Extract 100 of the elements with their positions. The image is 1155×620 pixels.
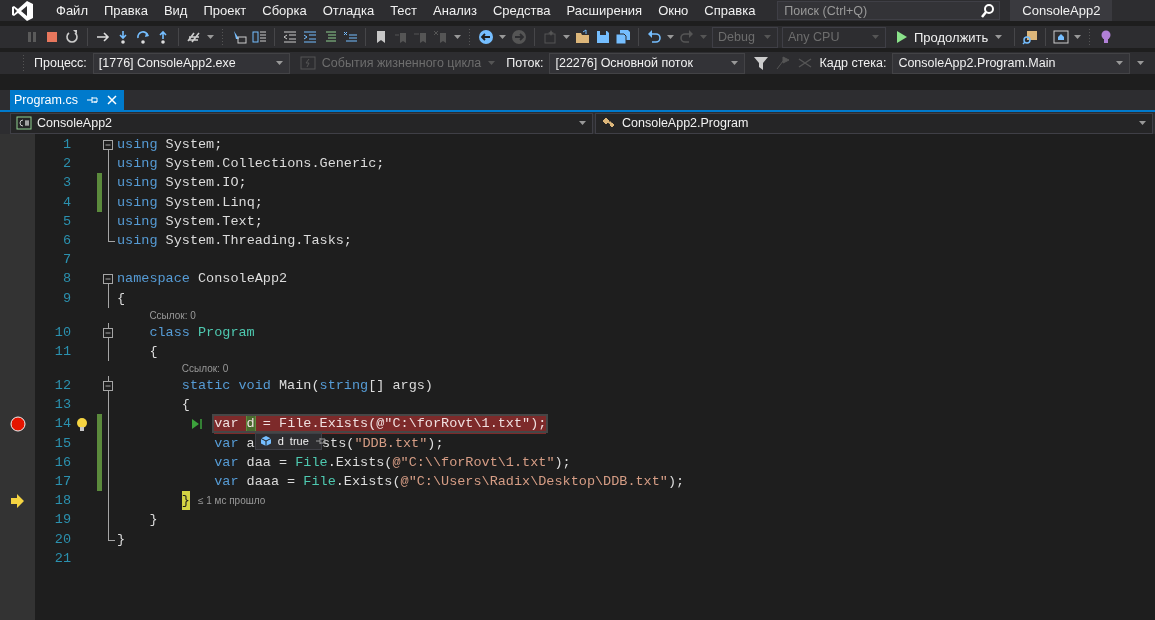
- menu-item[interactable]: Вид: [155, 1, 196, 20]
- menu-item[interactable]: Окно: [650, 1, 697, 20]
- line-number: 15: [54, 434, 71, 453]
- code-line: sts("DDB.txt");: [322, 434, 444, 453]
- save-icon[interactable]: [595, 29, 611, 45]
- breakpoint-icon[interactable]: [9, 416, 26, 433]
- menu-item[interactable]: Справка: [696, 1, 764, 20]
- collapse-icon[interactable]: [103, 381, 113, 392]
- process-dropdown[interactable]: [1776] ConsoleApp2.exe: [92, 52, 290, 74]
- caret-icon: [578, 120, 587, 126]
- caret-icon: [994, 34, 1004, 40]
- search-field[interactable]: Поиск (Ctrl+Q): [777, 1, 1001, 20]
- play-icon: [894, 29, 908, 45]
- caret-icon: [1138, 120, 1147, 126]
- line-number: 16: [54, 453, 71, 472]
- continue-button[interactable]: Продолжить: [890, 27, 1008, 47]
- variable-value: true: [289, 435, 309, 448]
- line-number: 20: [54, 530, 71, 549]
- editor-tab[interactable]: Program.cs: [10, 90, 124, 110]
- line-number: 18: [54, 492, 71, 511]
- code-line: var daa = File.Exists(@"C:\\forRovt\1.txt");: [214, 453, 571, 472]
- menu-item[interactable]: Отладка: [314, 1, 383, 20]
- step-over-icon[interactable]: [135, 29, 151, 45]
- lightning-window-icon: [299, 55, 316, 71]
- caret-icon: [763, 34, 772, 40]
- csharp-icon: [16, 115, 32, 131]
- code-line: using System.IO;: [117, 174, 247, 193]
- menu-item[interactable]: Сборка: [254, 1, 315, 20]
- stop-icon[interactable]: [44, 29, 60, 45]
- line-number: 17: [54, 473, 71, 491]
- pin-icon[interactable]: [85, 94, 98, 106]
- thread-label: Поток:: [506, 56, 544, 70]
- caret-icon: [487, 60, 497, 66]
- caret-icon: [666, 34, 675, 40]
- caret-icon: [206, 34, 215, 40]
- code-line: using System;: [117, 136, 223, 154]
- line-number: 12: [54, 377, 71, 396]
- menu-item[interactable]: Средства: [484, 1, 559, 20]
- find-in-files-icon[interactable]: [1022, 29, 1039, 45]
- line-number: 1: [62, 136, 71, 154]
- solution-name: ConsoleApp2: [1010, 0, 1113, 21]
- outdent-icon[interactable]: [282, 29, 298, 45]
- code-line: var daaa = File.Exists(@"C:\Users\Radix\Desktop\DDB.txt");: [214, 473, 685, 491]
- project-dropdown[interactable]: ConsoleApp2: [10, 112, 593, 134]
- save-all-icon[interactable]: [615, 29, 631, 45]
- run-to-click-icon[interactable]: [191, 417, 204, 432]
- cube-icon: [259, 435, 272, 448]
- uncomment-icon[interactable]: [342, 29, 358, 45]
- window-icon[interactable]: [1053, 29, 1070, 45]
- menu-item[interactable]: Тест: [382, 1, 426, 20]
- undo-icon[interactable]: [646, 29, 662, 45]
- elapsed-time-tip: ≤ 1 мс прошло: [197, 495, 266, 507]
- restart-icon[interactable]: [64, 29, 80, 45]
- line-number: 9: [62, 289, 71, 308]
- collapse-icon[interactable]: [103, 327, 113, 338]
- line-number: 3: [62, 174, 71, 193]
- process-label: Процесс:: [34, 56, 87, 70]
- reference-count-link[interactable]: Ссылок: 0: [149, 309, 196, 321]
- code-line: using System.Threading.Tasks;: [117, 231, 352, 250]
- line-number: 11: [54, 342, 71, 361]
- lightbulb-icon[interactable]: [75, 416, 89, 432]
- code-line: class Program: [149, 323, 255, 342]
- line-number: 4: [62, 193, 71, 212]
- line-number: 21: [54, 549, 71, 568]
- code-line: }: [149, 511, 158, 530]
- menu-item[interactable]: Анализ: [425, 1, 485, 20]
- stack-frame-dropdown[interactable]: ConsoleApp2.Program.Main: [892, 52, 1131, 74]
- menu-item[interactable]: Расширения: [558, 1, 651, 20]
- collapse-icon[interactable]: [103, 274, 113, 285]
- code-line: using System.Collections.Generic;: [117, 155, 385, 174]
- line-number: 2: [62, 155, 71, 174]
- reference-count-link[interactable]: Ссылок: 0: [181, 363, 229, 375]
- cursor-icon[interactable]: [231, 29, 247, 45]
- open-folder-icon[interactable]: [575, 29, 591, 45]
- line-number: 6: [62, 231, 71, 250]
- filter-icon[interactable]: [753, 55, 770, 71]
- line-number: 19: [54, 511, 71, 530]
- line-number: 13: [54, 396, 71, 415]
- indent-icon[interactable]: [302, 29, 318, 45]
- code-line: using System.Text;: [117, 212, 263, 231]
- code-line: {: [149, 342, 158, 361]
- line-number: 7: [62, 251, 71, 270]
- back-icon[interactable]: [478, 29, 494, 45]
- caret-icon: [730, 60, 740, 66]
- close-icon[interactable]: [105, 94, 118, 106]
- thread-dropdown[interactable]: [22276] Основной поток: [549, 52, 746, 74]
- menu-item[interactable]: Правка: [95, 1, 156, 20]
- code-line: static void Main(string[] args): [181, 377, 433, 396]
- menu-item[interactable]: Проект: [195, 1, 255, 20]
- code-line: var a: [214, 434, 255, 453]
- code-line: using System.Linq;: [117, 193, 263, 212]
- caret-icon: [562, 34, 571, 40]
- caret-icon: [498, 34, 507, 40]
- collapse-icon[interactable]: [103, 140, 113, 150]
- line-number: 8: [62, 270, 71, 289]
- type-dropdown[interactable]: ConsoleApp2.Program: [595, 112, 1153, 134]
- stack-frame-label: Кадр стека:: [819, 56, 887, 70]
- code-line: namespace ConsoleApp2: [117, 270, 288, 289]
- columns-icon[interactable]: [251, 29, 267, 45]
- menu-item[interactable]: Файл: [48, 1, 96, 20]
